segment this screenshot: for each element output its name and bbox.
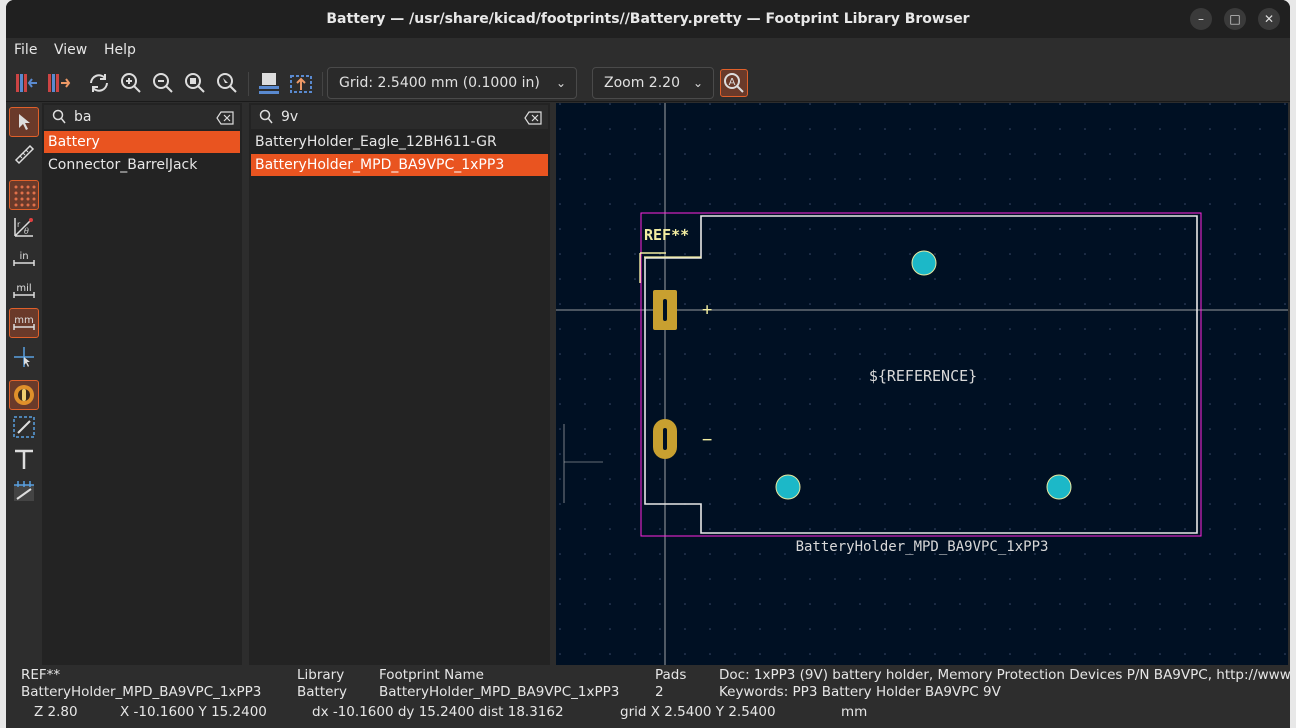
footprint-filter-input[interactable]: 9v	[251, 105, 548, 129]
svg-text:θ: θ	[24, 227, 29, 236]
ref-text: REF**	[644, 226, 689, 244]
measure-icon[interactable]	[9, 139, 39, 169]
pad-fill-icon[interactable]	[9, 380, 39, 410]
cursor-crosshair-icon[interactable]	[9, 342, 39, 372]
svg-text:mm: mm	[14, 315, 33, 326]
export-to-board-icon[interactable]	[287, 69, 315, 97]
refresh-icon[interactable]	[85, 69, 113, 97]
zoom-fit-icon[interactable]	[181, 69, 209, 97]
via-icon[interactable]	[9, 476, 39, 506]
svg-text:r: r	[17, 220, 21, 229]
title-bar: Battery — /usr/share/kicad/footprints//B…	[6, 0, 1290, 38]
zoom-select-value: Zoom 2.20	[604, 75, 680, 91]
grid-select[interactable]: Grid: 2.5400 mm (0.1000 in) ⌄	[327, 67, 577, 99]
menu-file[interactable]: File	[14, 42, 37, 58]
graphics-outline-icon[interactable]	[9, 444, 39, 474]
npth-hole	[775, 474, 801, 500]
search-icon	[52, 109, 66, 133]
svg-text:in: in	[19, 251, 28, 262]
status-bar: REF** BatteryHolder_MPD_BA9VPC_1xPP3 Lib…	[6, 665, 1290, 728]
footprint-browser-window: Battery — /usr/share/kicad/footprints//B…	[6, 0, 1290, 728]
reference-field: ${REFERENCE}	[869, 367, 977, 385]
npth-hole	[1046, 474, 1072, 500]
previous-library-icon[interactable]	[12, 69, 40, 97]
svg-text:A: A	[729, 77, 736, 88]
status-dxy: dx -10.1600 dy 15.2400 dist 18.3162	[312, 704, 564, 720]
footprint-item[interactable]: BatteryHolder_Eagle_12BH611-GR	[251, 131, 548, 153]
next-library-icon[interactable]	[44, 69, 72, 97]
grid-select-value: Grid: 2.5400 mm (0.1000 in)	[339, 75, 540, 91]
maximize-button[interactable]: □	[1224, 8, 1246, 30]
chevron-down-icon: ⌄	[555, 76, 566, 90]
left-toolbar: rθ in mil mm	[6, 103, 42, 665]
footprint-panel: 9v BatteryHolder_Eagle_12BH611-GR Batter…	[249, 103, 550, 665]
polar-coords-icon[interactable]: rθ	[9, 212, 39, 242]
npth-hole	[911, 250, 937, 276]
plus-marking: +	[702, 300, 712, 320]
status-xy: X -10.1600 Y 15.2400	[120, 704, 267, 720]
zoom-select[interactable]: Zoom 2.20 ⌄	[592, 67, 714, 99]
library-filter-value: ba	[74, 109, 92, 125]
chevron-down-icon: ⌄	[692, 76, 703, 90]
zoom-out-icon[interactable]	[149, 69, 177, 97]
status-ref-value: BatteryHolder_MPD_BA9VPC_1xPP3	[21, 684, 262, 700]
status-doc: Doc: 1xPP3 (9V) battery holder, Memory P…	[719, 667, 1290, 683]
menu-view[interactable]: View	[54, 42, 87, 58]
status-ref-label: REF**	[21, 667, 61, 683]
menu-help[interactable]: Help	[104, 42, 136, 58]
status-zoom: Z 2.80	[34, 704, 78, 720]
autozoom-icon[interactable]: A	[720, 69, 748, 97]
grid-icon[interactable]	[9, 180, 39, 210]
inches-icon[interactable]: in	[9, 244, 39, 274]
footprint-filter-value: 9v	[281, 109, 299, 125]
text-outline-icon[interactable]	[9, 412, 39, 442]
clear-icon[interactable]	[216, 109, 234, 133]
status-units: mm	[841, 704, 868, 720]
minimize-button[interactable]: –	[1190, 8, 1212, 30]
footprint-canvas[interactable]: REF** + − ${REFERENCE} BatteryHolder_MPD…	[556, 103, 1288, 665]
library-panel: ba Battery Connector_BarrelJack	[42, 103, 242, 665]
select-icon[interactable]	[9, 107, 39, 137]
status-fpname-value: BatteryHolder_MPD_BA9VPC_1xPP3	[379, 684, 620, 700]
status-grid: grid X 2.5400 Y 2.5400	[620, 704, 776, 720]
footprint-item[interactable]: BatteryHolder_MPD_BA9VPC_1xPP3	[251, 154, 548, 176]
library-item[interactable]: Battery	[44, 131, 240, 153]
status-pads-value: 2	[655, 684, 664, 700]
library-item[interactable]: Connector_BarrelJack	[44, 154, 240, 176]
menu-bar: File View Help	[6, 38, 1290, 64]
close-button[interactable]: ✕	[1258, 8, 1280, 30]
status-library-value: Battery	[297, 684, 347, 700]
zoom-tool-icon[interactable]	[213, 69, 241, 97]
status-pads-label: Pads	[655, 667, 687, 683]
clear-icon[interactable]	[524, 109, 542, 133]
footprint-value-text: BatteryHolder_MPD_BA9VPC_1xPP3	[796, 539, 1049, 555]
main-toolbar: Grid: 2.5400 mm (0.1000 in) ⌄ Zoom 2.20 …	[6, 64, 1290, 102]
library-filter-input[interactable]: ba	[44, 105, 240, 129]
window-title: Battery — /usr/share/kicad/footprints//B…	[326, 11, 970, 27]
insert-footprint-icon[interactable]	[255, 69, 283, 97]
status-fpname-label: Footprint Name	[379, 667, 484, 683]
search-icon	[259, 109, 273, 133]
minus-marking: −	[702, 430, 712, 450]
millimeters-icon[interactable]: mm	[9, 308, 39, 338]
status-keywords: Keywords: PP3 Battery Holder BA9VPC 9V	[719, 684, 1001, 700]
status-library-label: Library	[297, 667, 345, 683]
mils-icon[interactable]: mil	[9, 276, 39, 306]
svg-text:mil: mil	[16, 283, 31, 294]
zoom-in-icon[interactable]	[117, 69, 145, 97]
